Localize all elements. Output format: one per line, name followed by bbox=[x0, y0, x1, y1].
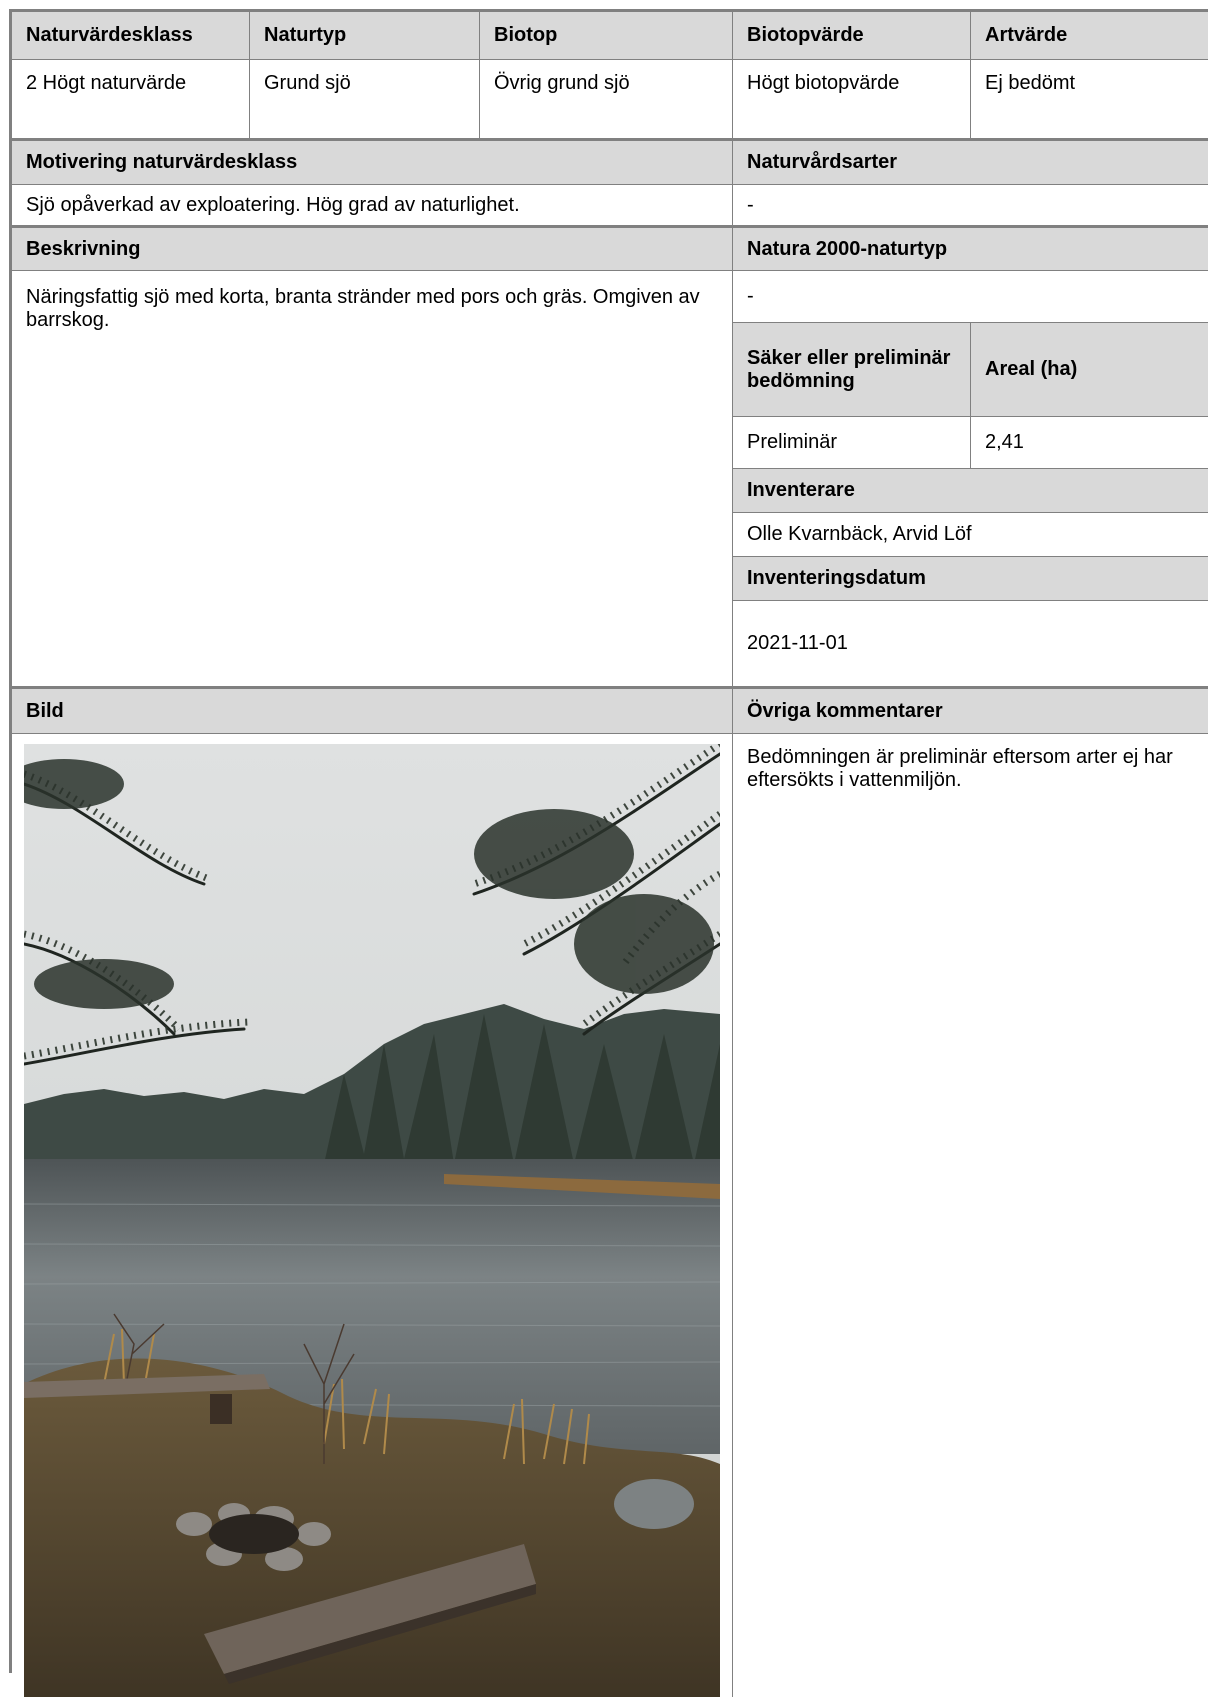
naturvardsarter-value: - bbox=[733, 185, 1208, 228]
lake-photo bbox=[24, 744, 720, 1697]
motivering-label: Motivering naturvärdesklass bbox=[12, 141, 733, 185]
value-biotop: Övrig grund sjö bbox=[480, 60, 733, 141]
areal-value: 2,41 bbox=[971, 417, 1208, 469]
inventerare-label: Inventerare bbox=[733, 469, 1208, 513]
inventeringsdatum-label: Inventeringsdatum bbox=[733, 557, 1208, 601]
value-naturtyp: Grund sjö bbox=[250, 60, 480, 141]
header-biotopvarde: Biotopvärde bbox=[733, 12, 971, 60]
header-artvarde: Artvärde bbox=[971, 12, 1208, 60]
lake-photo-cell bbox=[12, 734, 733, 1697]
naturvardsarter-label: Naturvårdsarter bbox=[733, 141, 1208, 185]
kommentarer-label: Övriga kommentarer bbox=[733, 689, 1208, 734]
motivering-text: Sjö opåverkad av exploatering. Hög grad … bbox=[12, 185, 733, 228]
natura2000-value: - bbox=[733, 271, 1208, 323]
bild-label: Bild bbox=[12, 689, 733, 734]
natura2000-label: Natura 2000-naturtyp bbox=[733, 228, 1208, 271]
inventory-table: Naturvärdesklass Naturtyp Biotop Biotopv… bbox=[9, 9, 1208, 1697]
beskrivning-label: Beskrivning bbox=[12, 228, 733, 271]
value-biotopvarde: Högt biotopvärde bbox=[733, 60, 971, 141]
bedomning-label: Säker eller preliminär bedömning bbox=[733, 323, 971, 417]
inventeringsdatum-value: 2021-11-01 bbox=[733, 601, 1208, 689]
header-naturvardesklass: Naturvärdesklass bbox=[12, 12, 250, 60]
areal-label: Areal (ha) bbox=[971, 323, 1208, 417]
kommentarer-text: Bedömningen är preliminär eftersom arter… bbox=[733, 734, 1208, 1697]
value-artvarde: Ej bedömt bbox=[971, 60, 1208, 141]
inventerare-value: Olle Kvarnbäck, Arvid Löf bbox=[733, 513, 1208, 557]
value-naturvardesklass: 2 Högt naturvärde bbox=[12, 60, 250, 141]
beskrivning-text: Näringsfattig sjö med korta, branta strä… bbox=[12, 271, 733, 689]
bedomning-value: Preliminär bbox=[733, 417, 971, 469]
header-biotop: Biotop bbox=[480, 12, 733, 60]
header-naturtyp: Naturtyp bbox=[250, 12, 480, 60]
